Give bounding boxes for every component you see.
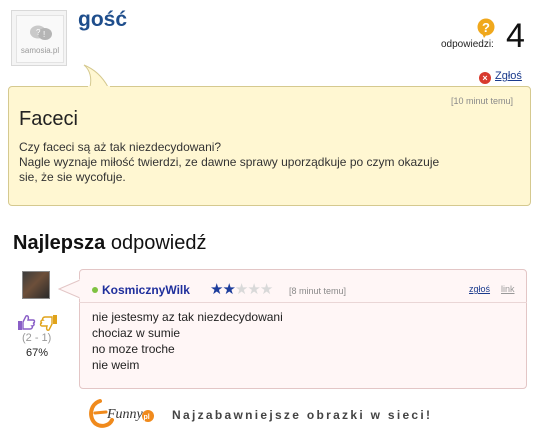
question-body: Czy faceci są aż tak niezdecydowani? Nag…	[19, 140, 524, 185]
answer-permalink[interactable]: link	[501, 284, 515, 294]
rating-star-empty: ★	[259, 281, 273, 298]
author-rating: ★★★★★	[210, 280, 273, 298]
report-question[interactable]: × Zgłoś	[479, 70, 522, 84]
bubble-tail	[83, 64, 110, 89]
thumb-up-icon	[18, 315, 36, 330]
answer-body-line: nie weim	[92, 358, 140, 372]
answer-divider	[79, 302, 527, 303]
online-status-dot	[92, 287, 98, 293]
svg-text:?: ?	[482, 20, 490, 35]
vote-controls	[18, 315, 57, 331]
report-link[interactable]: Zgłoś	[495, 70, 522, 82]
question-author-name[interactable]: gość	[78, 8, 127, 32]
question-title: Faceci	[19, 108, 78, 130]
funny-pl-logo[interactable]: Funny pl	[86, 396, 156, 430]
answer-bubble-tail	[58, 279, 81, 299]
answer-time: [8 minut temu]	[289, 286, 347, 296]
avatar-placeholder: ? ! samosia.pl	[16, 15, 64, 63]
vote-percent: 67%	[26, 347, 49, 359]
svg-text:?: ?	[36, 28, 41, 37]
speech-bubbles-icon: ? !	[30, 25, 52, 40]
answer-body-line: nie jestesmy az tak niezdecydowani	[92, 310, 283, 324]
best-answer-heading: Najlepsza odpowiedź	[13, 232, 206, 255]
logo-text: Funny	[106, 407, 144, 422]
answers-label: odpowiedzi:	[441, 39, 494, 50]
answer-body-line: no moze troche	[92, 342, 175, 356]
logo-suffix: pl	[144, 414, 150, 421]
question-icon: ?	[477, 18, 495, 38]
answer-author-name[interactable]: KosmicznyWilk	[102, 283, 190, 297]
question-author-avatar[interactable]: ? ! samosia.pl	[11, 10, 67, 66]
rating-star-empty: ★	[247, 281, 260, 298]
question-body-line: Czy faceci są aż tak niezdecydowani?	[19, 140, 222, 154]
rating-star-filled: ★	[210, 281, 223, 298]
question-time: [10 minut temu]	[451, 96, 514, 106]
footer-tagline: Najzabawniejsze obrazki w sieci!	[172, 408, 433, 422]
thumb-down-icon	[39, 315, 57, 331]
best-answer-heading-bold: Najlepsza	[13, 232, 106, 254]
report-icon: ×	[479, 72, 491, 84]
best-answer-heading-rest: odpowiedź	[110, 232, 207, 254]
answer-author-avatar[interactable]	[22, 271, 50, 299]
question-body-line: sie, że sie wycofuje.	[19, 170, 126, 184]
rating-star-empty: ★	[234, 281, 248, 298]
answers-count: 4	[506, 17, 525, 55]
avatar-logo-text: samosia.pl	[20, 46, 60, 55]
vote-count: (2 - 1)	[22, 332, 52, 344]
question-body-line: Nagle wyznaje miłość twierdzi, ze dawne …	[19, 155, 440, 169]
report-answer-link[interactable]: zgłoś	[469, 284, 490, 294]
answer-body: nie jestesmy az tak niezdecydowani choci…	[92, 309, 283, 373]
answer-body-line: chociaz w sumie	[92, 326, 181, 340]
rating-star-filled: ★	[222, 281, 235, 298]
svg-text:!: !	[43, 30, 45, 39]
